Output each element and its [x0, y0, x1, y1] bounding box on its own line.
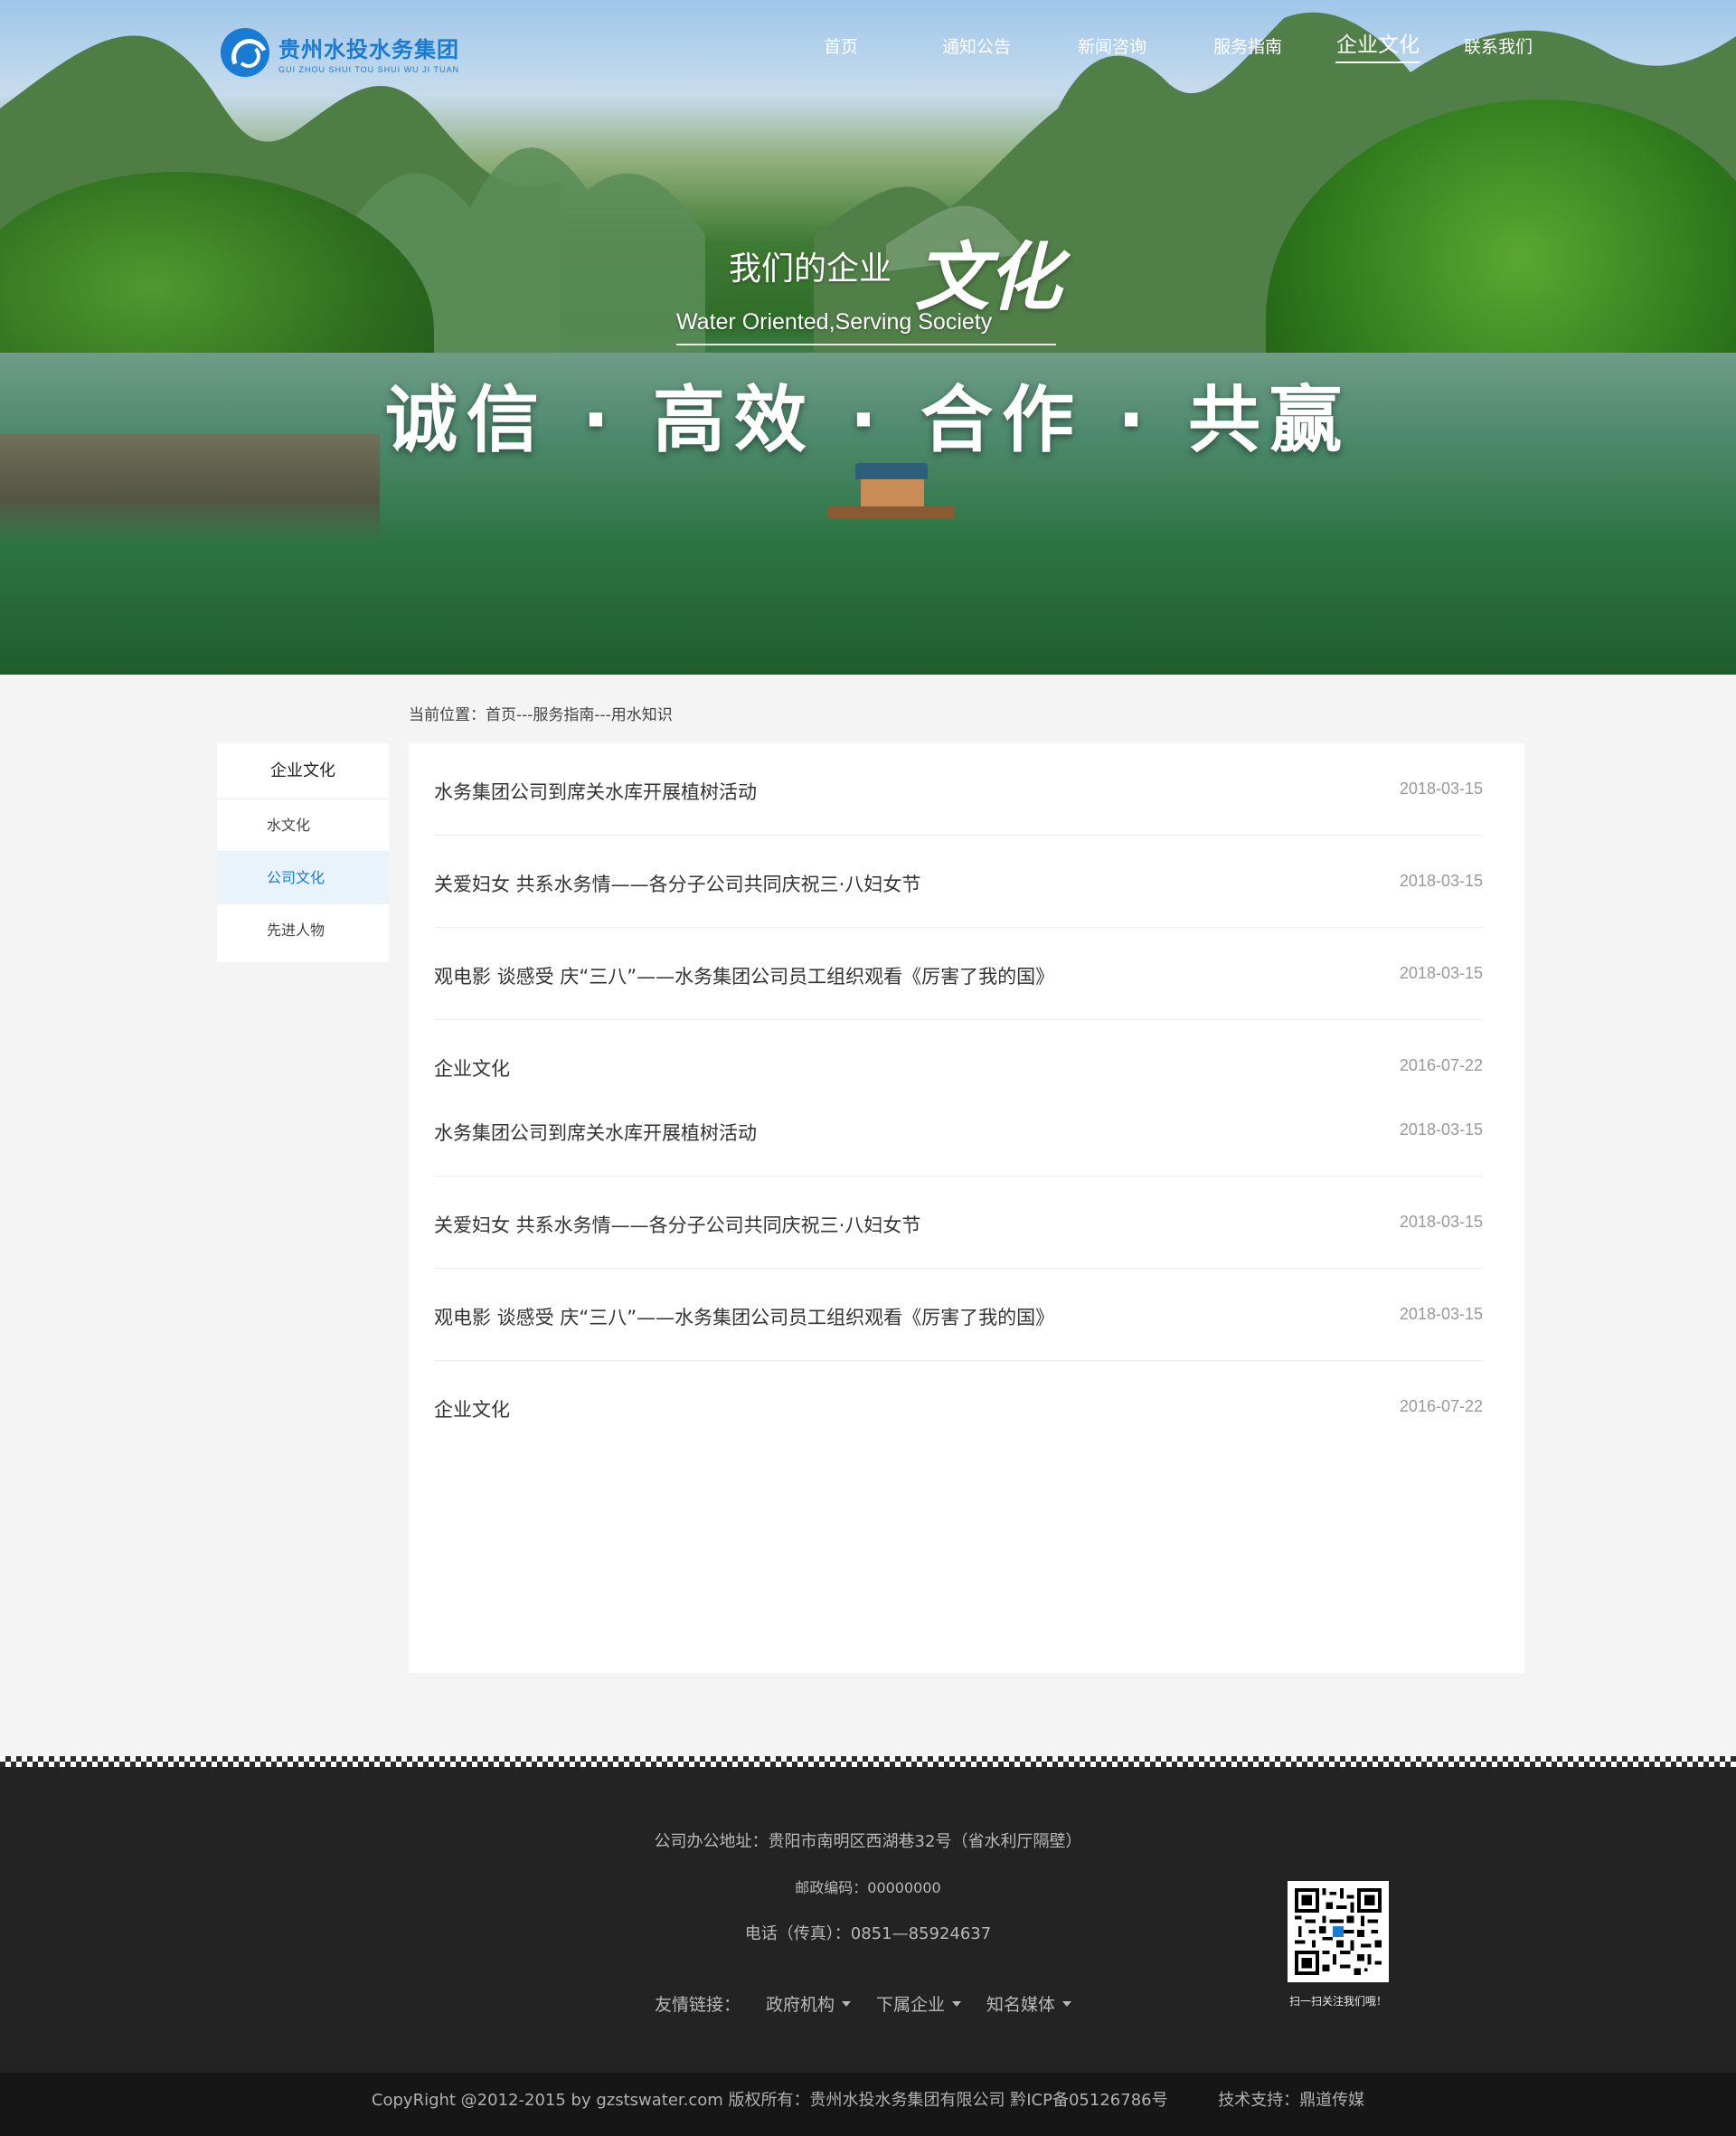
footer-address: 公司办公地址：贵阳市南明区西湖巷32号（省水利厅隔壁）	[654, 1832, 1082, 1851]
caret-down-icon	[952, 2000, 962, 2007]
news-title[interactable]: 观电影 谈感受 庆“三八”——水务集团公司员工组织观看《厉害了我的国》	[434, 1303, 1054, 1330]
news-date: 2018-03-15	[1399, 1305, 1483, 1323]
brand-name-en: GUI ZHOU SHUI TOU SHUI WU JI TUAN	[278, 64, 460, 74]
list-item[interactable]: 关爱妇女 共系水务情——各分子公司共同庆祝三·八妇女节 2018-03-15	[434, 1211, 1483, 1269]
link-group-label: 知名媒体	[986, 1995, 1056, 2015]
breadcrumb: 当前位置：首页---服务指南---用水知识	[409, 706, 673, 724]
banner-values: 诚信 · 高效 · 合作 · 共赢	[384, 378, 1352, 462]
footer-postcode: 邮政编码：00000000	[795, 1879, 941, 1896]
news-panel: 水务集团公司到席关水库开展植树活动 2018-03-15 关爱妇女 共系水务情—…	[409, 743, 1524, 1673]
news-title[interactable]: 观电影 谈感受 庆“三八”——水务集团公司员工组织观看《厉害了我的国》	[434, 962, 1054, 989]
qr-caption: 扫一扫关注我们哦！	[1288, 1995, 1387, 2008]
news-date: 2016-07-22	[1399, 1056, 1483, 1074]
copyright-text: CopyRight @2012-2015 by gzstswater.com 版…	[371, 2091, 1168, 2110]
news-title[interactable]: 关爱妇女 共系水务情——各分子公司共同庆祝三·八妇女节	[434, 1211, 920, 1238]
caret-down-icon	[842, 2000, 852, 2007]
sidebar-title: 企业文化	[217, 743, 389, 799]
footer: 公司办公地址：贵阳市南明区西湖巷32号（省水利厅隔壁） 邮政编码：0000000…	[0, 1767, 1736, 2073]
list-item[interactable]: 观电影 谈感受 庆“三八”——水务集团公司员工组织观看《厉害了我的国》 2018…	[434, 962, 1483, 1020]
news-date: 2018-03-15	[1399, 780, 1483, 798]
footer-phone: 电话（传真）：0851—85924637	[744, 1924, 992, 1943]
nav-service-guide[interactable]: 服务指南	[1203, 27, 1293, 67]
list-item[interactable]: 水务集团公司到席关水库开展植树活动 2018-03-15	[434, 778, 1483, 836]
list-item[interactable]: 企业文化 2016-07-22	[434, 1395, 1483, 1432]
list-item[interactable]: 企业文化 2016-07-22	[434, 1054, 1483, 1091]
copyright-bar: CopyRight @2012-2015 by gzstswater.com 版…	[0, 2073, 1736, 2136]
banner-subtitle-en: Water Oriented,Serving Society	[676, 309, 993, 335]
banner-underline	[676, 344, 1056, 345]
main-nav: 首页 通知公告 新闻咨询 服务指南 企业文化 联系我们	[796, 27, 1534, 67]
brand-name-cn: 贵州水投水务集团	[278, 37, 459, 62]
news-title[interactable]: 水务集团公司到席关水库开展植树活动	[434, 778, 757, 805]
news-title[interactable]: 企业文化	[434, 1395, 510, 1422]
link-group-subsidiaries[interactable]: 下属企业	[876, 1991, 962, 2016]
news-date: 2018-03-15	[1399, 1120, 1483, 1139]
footer-checker-border	[0, 1756, 1736, 1767]
tech-support-text[interactable]: 技术支持：鼎道传媒	[1218, 2091, 1364, 2110]
nav-news[interactable]: 新闻咨询	[1067, 27, 1157, 67]
water-logo-icon	[221, 28, 269, 77]
nav-home[interactable]: 首页	[796, 27, 886, 67]
link-group-label: 下属企业	[876, 1995, 946, 2015]
news-date: 2018-03-15	[1399, 872, 1483, 890]
site-logo[interactable]: 贵州水投水务集团 GUI ZHOU SHUI TOU SHUI WU JI TU…	[221, 27, 465, 78]
sidebar: 企业文化 水文化 公司文化 先进人物	[217, 743, 389, 962]
nav-notices[interactable]: 通知公告	[931, 27, 1022, 67]
qr-code	[1288, 1881, 1389, 1982]
qr-code-icon	[1295, 1888, 1382, 1975]
news-date: 2018-03-15	[1399, 1213, 1483, 1231]
nav-contact[interactable]: 联系我们	[1462, 27, 1534, 67]
hero-banner: 贵州水投水务集团 GUI ZHOU SHUI TOU SHUI WU JI TU…	[0, 0, 1736, 675]
sidebar-item-water-culture[interactable]: 水文化	[217, 799, 389, 852]
banner-slogan: 我们的企业 文化 Water Oriented,Serving Society …	[0, 208, 1736, 462]
news-title[interactable]: 水务集团公司到席关水库开展植树活动	[434, 1119, 757, 1146]
list-item[interactable]: 关爱妇女 共系水务情——各分子公司共同庆祝三·八妇女节 2018-03-15	[434, 870, 1483, 928]
news-date: 2018-03-15	[1399, 964, 1483, 982]
nav-culture[interactable]: 企业文化	[1335, 27, 1420, 63]
sidebar-item-company-culture[interactable]: 公司文化	[217, 852, 389, 904]
boat-illustration	[828, 463, 955, 526]
friend-links: 友情链接： 政府机构 下属企业 知名媒体	[655, 1991, 1097, 2016]
list-item[interactable]: 水务集团公司到席关水库开展植树活动 2018-03-15	[434, 1119, 1483, 1177]
friend-links-label: 友情链接：	[655, 1995, 741, 2015]
link-group-media[interactable]: 知名媒体	[986, 1991, 1072, 2016]
list-item[interactable]: 观电影 谈感受 庆“三八”——水务集团公司员工组织观看《厉害了我的国》 2018…	[434, 1303, 1483, 1361]
link-group-government[interactable]: 政府机构	[766, 1991, 852, 2016]
sidebar-item-advanced-people[interactable]: 先进人物	[217, 904, 389, 962]
news-date: 2016-07-22	[1399, 1397, 1483, 1415]
news-title[interactable]: 关爱妇女 共系水务情——各分子公司共同庆祝三·八妇女节	[434, 870, 920, 897]
banner-line1: 我们的企业	[729, 250, 892, 288]
link-group-label: 政府机构	[766, 1995, 835, 2015]
news-title[interactable]: 企业文化	[434, 1054, 510, 1082]
caret-down-icon	[1062, 2000, 1072, 2007]
